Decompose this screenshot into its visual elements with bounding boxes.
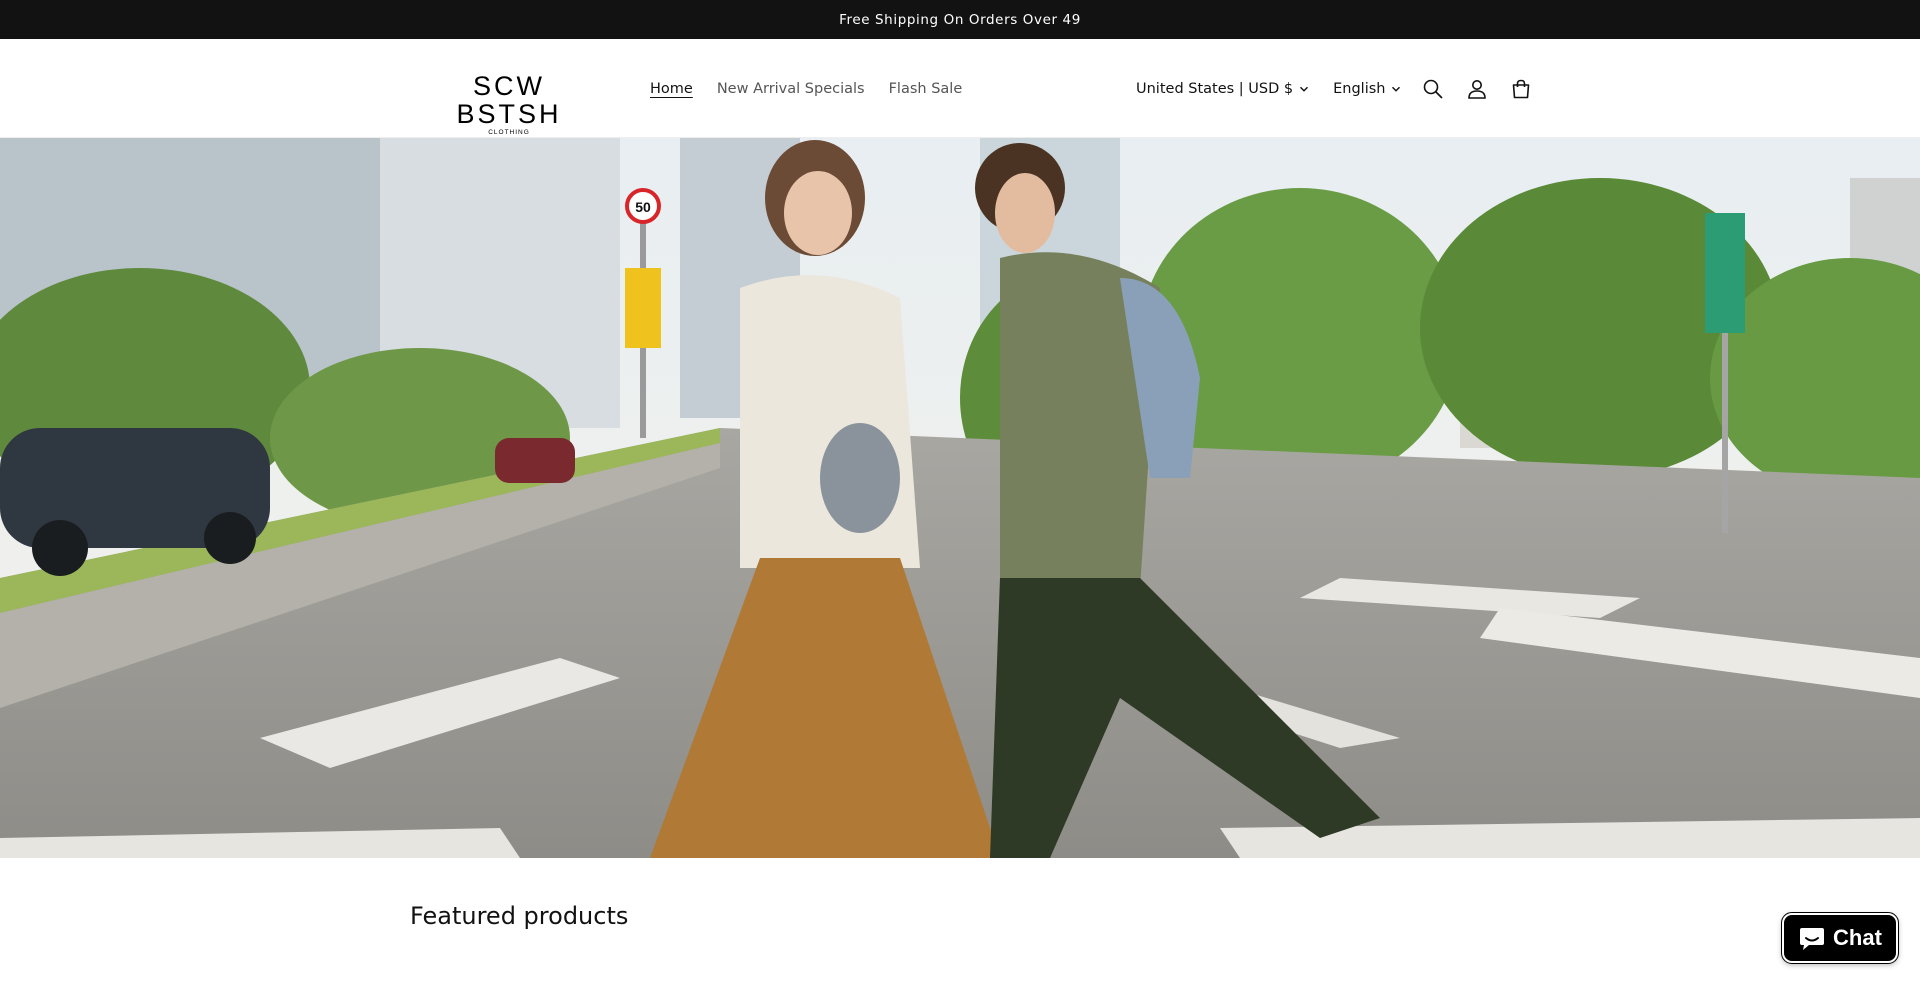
account-button[interactable] (1455, 67, 1499, 111)
chat-bubble-icon (1800, 928, 1825, 950)
chevron-down-icon (1392, 86, 1401, 92)
logo-sub-text: CLOTHING (488, 129, 530, 136)
search-icon (1424, 79, 1444, 99)
nav-item-home[interactable]: Home (638, 79, 705, 99)
country-selector-label: United States | USD $ (1136, 80, 1294, 97)
chat-button-label: Chat (1833, 925, 1882, 950)
search-button[interactable] (1411, 67, 1455, 111)
nav-item-new-arrival-specials[interactable]: New Arrival Specials (705, 79, 877, 99)
country-selector[interactable]: United States | USD $ (1128, 81, 1317, 97)
hero-image: 50 (0, 138, 1920, 858)
cart-button[interactable] (1499, 67, 1543, 111)
nav-item-flash-sale[interactable]: Flash Sale (877, 79, 975, 99)
featured-products-title: Featured products (410, 902, 629, 930)
site-header: SCW BSTSH CLOTHING Home New Arrival Spec… (0, 39, 1920, 138)
language-selector-label: English (1333, 80, 1386, 97)
header-actions: United States | USD $ English (1128, 39, 1543, 138)
hero-banner[interactable]: 50 (0, 138, 1920, 858)
chat-button[interactable]: Chat (1781, 912, 1899, 964)
announcement-text: Free Shipping On Orders Over 49 (839, 11, 1081, 28)
account-icon (1468, 79, 1487, 99)
logo-main-text: SCW BSTSH (456, 71, 562, 129)
language-selector[interactable]: English (1325, 81, 1409, 97)
cart-icon (1513, 79, 1530, 98)
chevron-down-icon (1300, 86, 1309, 92)
store-logo[interactable]: SCW BSTSH CLOTHING (420, 72, 598, 136)
speed-limit-sign: 50 (635, 199, 651, 215)
announcement-bar: Free Shipping On Orders Over 49 (0, 0, 1920, 39)
main-nav: Home New Arrival Specials Flash Sale (638, 39, 974, 138)
